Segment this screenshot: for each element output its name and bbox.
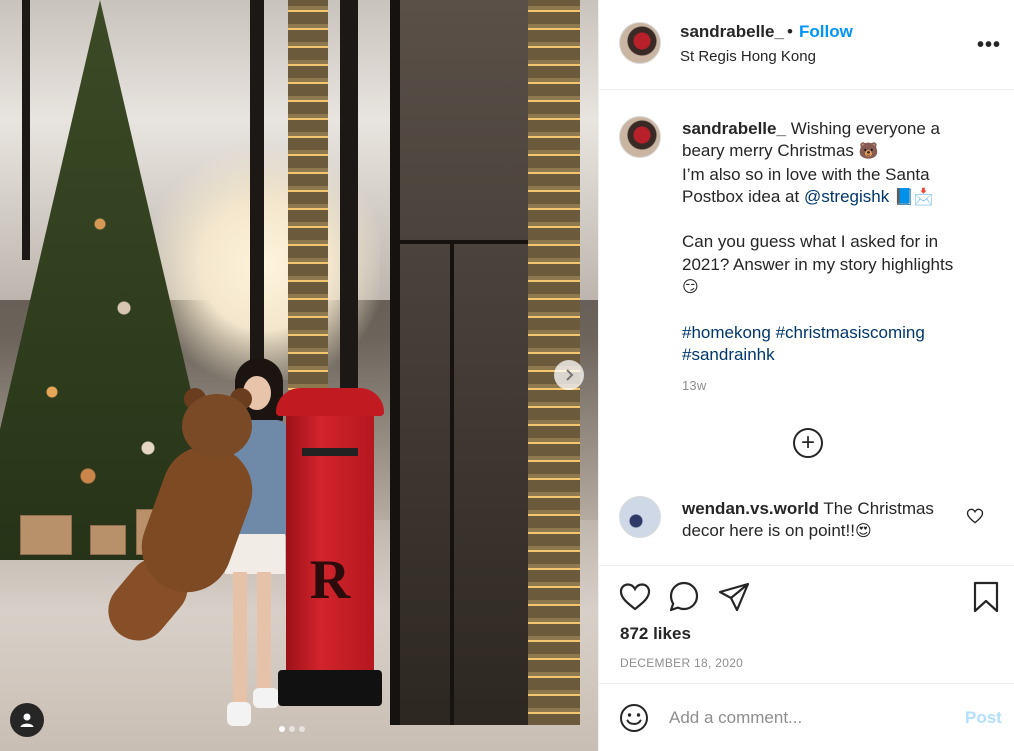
- plus-icon: +: [800, 429, 815, 456]
- next-photo-button[interactable]: [554, 360, 584, 390]
- caption-author-avatar[interactable]: [619, 116, 661, 158]
- comment-bubble-icon[interactable]: [667, 580, 701, 614]
- comment-input[interactable]: [669, 704, 949, 732]
- post-comment-button[interactable]: Post: [965, 708, 1002, 728]
- santa-postbox: R: [276, 388, 384, 708]
- save-bookmark-icon[interactable]: [969, 580, 1003, 614]
- bear-emoji: 🐻: [858, 143, 879, 161]
- hashtag-link[interactable]: #homekong: [682, 323, 771, 342]
- post-location[interactable]: St Regis Hong Kong: [680, 48, 816, 65]
- commenter-avatar[interactable]: [619, 496, 661, 538]
- smirk-emoji: 😏: [682, 279, 699, 297]
- like-comment-heart-icon[interactable]: [965, 506, 985, 526]
- photo-pillar: [22, 0, 30, 260]
- author-username[interactable]: sandrabelle_: [680, 22, 784, 42]
- heart-eyes-emoji: 😍: [854, 523, 872, 541]
- author-avatar[interactable]: [619, 22, 661, 64]
- load-more-comments-button[interactable]: +: [793, 428, 823, 458]
- caption-timestamp[interactable]: 13w: [682, 378, 706, 393]
- carousel-dot: [279, 726, 285, 732]
- post-photo[interactable]: R: [0, 0, 598, 751]
- post-actions: 872 likes DECEMBER 18, 2020: [599, 565, 1014, 683]
- caption-username[interactable]: sandrabelle_: [682, 119, 786, 138]
- carousel-indicator: [279, 726, 305, 732]
- garland: [288, 0, 328, 390]
- add-comment-bar: Post: [599, 683, 1014, 751]
- post-header: sandrabelle_ • Follow St Regis Hong Kong…: [599, 0, 1014, 90]
- post-side-panel: sandrabelle_ • Follow St Regis Hong Kong…: [598, 0, 1014, 751]
- comment-text: wendan.vs.world The Christmas decor here…: [682, 498, 952, 544]
- photo-pillar: [250, 0, 264, 380]
- postbox-logo: R: [309, 549, 351, 611]
- carousel-dot: [289, 726, 295, 732]
- separator-dot: •: [787, 22, 793, 41]
- tagged-users-button[interactable]: [10, 703, 44, 737]
- likes-count[interactable]: 872 likes: [620, 624, 691, 644]
- mention-link[interactable]: @stregishk: [804, 187, 889, 206]
- hashtag-link[interactable]: #sandrainhk: [682, 345, 775, 364]
- hashtag-link[interactable]: #christmasiscoming: [776, 323, 925, 342]
- caption-line-3: Can you guess what I asked for in 2021? …: [682, 232, 954, 274]
- emoji-picker-icon[interactable]: [619, 703, 649, 733]
- chevron-right-icon: [566, 369, 574, 381]
- like-heart-icon[interactable]: [618, 580, 652, 614]
- teddy-bear: [96, 388, 265, 653]
- more-options-icon[interactable]: •••: [977, 34, 1001, 57]
- comment-item: wendan.vs.world The Christmas decor here…: [599, 494, 1014, 554]
- follow-button[interactable]: Follow: [799, 22, 853, 42]
- door-frame: [390, 0, 550, 725]
- commenter-username[interactable]: wendan.vs.world: [682, 499, 819, 518]
- caption-text: sandrabelle_ Wishing everyone a beary me…: [682, 118, 982, 366]
- post-date: DECEMBER 18, 2020: [620, 656, 744, 670]
- mailbox-emoji: 📘📩: [893, 188, 934, 206]
- share-plane-icon[interactable]: [717, 580, 751, 614]
- user-icon: [20, 713, 34, 727]
- photo-pillar: [340, 0, 358, 390]
- carousel-dot: [299, 726, 305, 732]
